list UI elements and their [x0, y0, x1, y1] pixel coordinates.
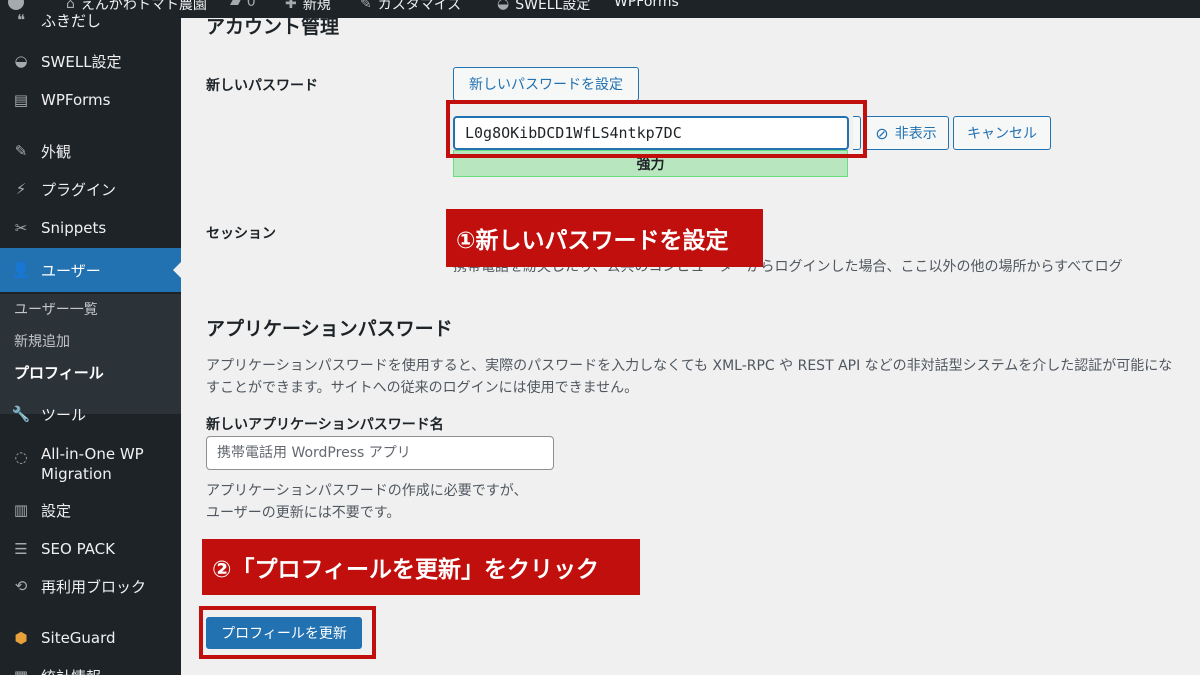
annotation-highlight-update-button: [199, 606, 376, 659]
set-new-password-button[interactable]: 新しいパスワードを設定: [453, 67, 639, 101]
swell-icon: ◒: [14, 52, 28, 70]
sidebar-item-fukidashi[interactable]: ❝ ふきだし: [0, 4, 181, 36]
swell-icon: ◒: [497, 0, 510, 12]
admin-bar-comments[interactable]: ▰ 0: [230, 0, 256, 10]
reusable-block-icon: ⟲: [14, 577, 28, 595]
wrench-icon: 🔧: [11, 405, 31, 423]
sidebar-item-plugins[interactable]: ⚡ プラグイン: [0, 173, 181, 205]
sidebar-item-snippets[interactable]: ✂ Snippets: [0, 212, 181, 244]
sidebar-item-seo-pack[interactable]: ☰ SEO PACK: [0, 533, 181, 565]
settings-icon: ▥: [13, 501, 29, 519]
admin-bar-swell[interactable]: ◒ SWELL設定: [497, 0, 590, 14]
seo-pack-icon: ☰: [14, 540, 28, 558]
admin-bar-customize[interactable]: ✎ カスタマイズ: [360, 0, 461, 14]
new-application-password-name-label: 新しいアプリケーションパスワード名: [206, 417, 444, 433]
account-management-title: アカウント管理: [206, 18, 340, 38]
submenu-all-users[interactable]: ユーザー一覧: [14, 299, 98, 319]
application-passwords-desc-line-1: アプリケーションパスワードを使用すると、実際のパスワードを入力しなくても XML…: [206, 358, 1173, 374]
new-password-label: 新しいパスワード: [206, 78, 318, 94]
sidebar-item-users[interactable]: 👤 ユーザー: [0, 248, 181, 292]
eye-slash-icon: ⊘: [875, 123, 889, 143]
sidebar-item-appearance[interactable]: ✎ 外観: [0, 135, 181, 167]
sessions-label: セッション: [206, 226, 276, 242]
application-password-help-line-1: アプリケーションパスワードの作成に必要ですが、: [206, 483, 528, 499]
sidebar-item-siteguard[interactable]: ⬢ SiteGuard: [0, 622, 181, 654]
new-application-password-name-input[interactable]: [206, 436, 554, 470]
sidebar-item-reusable-blocks[interactable]: ⟲ 再利用ブロック: [0, 570, 181, 602]
siteguard-icon: ⬢: [14, 629, 28, 647]
sidebar-item-wpforms[interactable]: ▤ WPForms: [0, 84, 181, 116]
wpforms-icon: ▤: [13, 91, 29, 109]
comment-icon: ▰: [230, 0, 241, 10]
hide-password-button[interactable]: ⊘ 非表示: [863, 116, 949, 150]
user-icon: 👤: [11, 261, 31, 279]
paintbrush-icon: ✎: [14, 142, 28, 160]
speech-bubble-icon: ❝: [16, 11, 26, 29]
sidebar-item-settings[interactable]: ▥ 設定: [0, 494, 181, 526]
sidebar-item-tools[interactable]: 🔧 ツール: [0, 398, 181, 430]
application-passwords-title: アプリケーションパスワード: [206, 318, 453, 340]
sidebar-item-swell[interactable]: ◒ SWELL設定: [0, 45, 181, 77]
annotation-step-1: ①新しいパスワードを設定: [446, 209, 763, 267]
cancel-password-button[interactable]: キャンセル: [953, 116, 1051, 150]
annotation-highlight-password: [446, 100, 867, 158]
admin-bar-new[interactable]: ✚ 新規: [285, 0, 331, 14]
admin-bar-wpforms[interactable]: WPForms: [614, 0, 679, 10]
sidebar-item-stats[interactable]: ▦ 統計情報: [0, 660, 181, 675]
paintbrush-icon: ✎: [360, 0, 372, 12]
annotation-step-2: ②「プロフィールを更新」をクリック: [202, 539, 640, 595]
application-password-help-line-2: ユーザーの更新には不要です。: [206, 505, 401, 521]
stats-icon: ▦: [10, 665, 32, 675]
sidebar-item-all-in-one-wp-migration[interactable]: ◌ All-in-One WP Migration: [0, 442, 181, 486]
snippets-icon: ✂: [14, 219, 28, 237]
application-passwords-desc-line-2: すことができます。サイトへの従来のログインには使用できません。: [206, 380, 639, 396]
admin-sidebar: ❝ ふきだし ◒ SWELL設定 ▤ WPForms ✎ 外観 ⚡ プラグイン …: [0, 11, 181, 675]
plus-icon: ✚: [285, 0, 297, 12]
users-submenu: ユーザー一覧 新規追加 プロフィール: [0, 294, 181, 414]
submenu-add-new[interactable]: 新規追加: [14, 331, 70, 351]
submenu-profile[interactable]: プロフィール: [14, 362, 104, 383]
migration-icon: ◌: [14, 448, 28, 466]
plugin-icon: ⚡: [15, 180, 27, 198]
